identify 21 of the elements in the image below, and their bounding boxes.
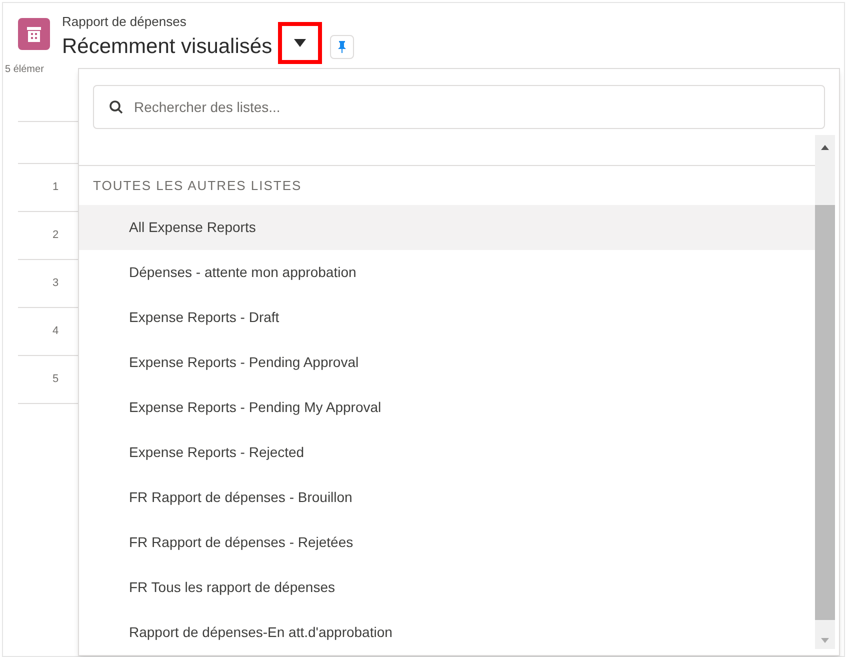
item-count: 5 élémer — [4, 63, 45, 77]
search-field[interactable]: Rechercher des listes... — [93, 85, 825, 129]
pin-icon — [338, 41, 346, 53]
report-icon — [18, 18, 50, 50]
list-title: Récemment visualisés — [62, 34, 272, 60]
row-number: 2 — [51, 228, 60, 244]
search-icon — [109, 100, 123, 114]
row-number: 5 — [51, 372, 60, 388]
row-number: 4 — [51, 324, 60, 340]
section-title: TOUTES LES AUTRES LISTES — [93, 176, 302, 195]
row-number: 3 — [51, 276, 60, 292]
object-label: Rapport de dépenses — [62, 14, 188, 30]
pin-button[interactable] — [330, 35, 354, 59]
scroll-up-icon[interactable] — [821, 145, 829, 150]
scroll-down-icon[interactable] — [821, 638, 829, 643]
list-option[interactable]: Rapport de dépenses-En att.d'approbation — [79, 610, 815, 655]
scrollbar-thumb[interactable] — [815, 205, 835, 620]
list-selector-caret[interactable] — [278, 22, 322, 64]
list-option[interactable]: All Expense Reports — [79, 205, 815, 250]
scrollbar[interactable] — [815, 135, 835, 649]
row-number: 1 — [51, 180, 60, 196]
